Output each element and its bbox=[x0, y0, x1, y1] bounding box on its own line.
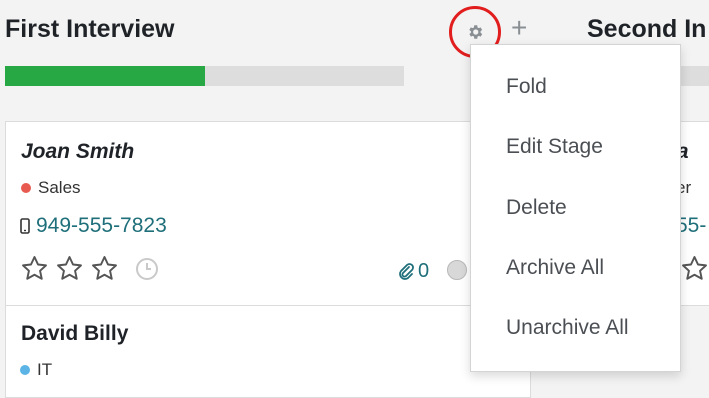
gear-icon bbox=[469, 25, 483, 39]
tag-dot bbox=[21, 183, 31, 193]
plus-icon: + bbox=[511, 12, 528, 43]
menu-item-archive-all[interactable]: Archive All bbox=[506, 256, 604, 280]
star-icon[interactable] bbox=[90, 254, 119, 283]
attachments-count[interactable]: 0 bbox=[398, 260, 429, 283]
star-icon[interactable] bbox=[20, 254, 49, 283]
menu-item-fold[interactable]: Fold bbox=[506, 75, 547, 99]
applicant-name: Joan Smith bbox=[21, 140, 135, 163]
menu-item-delete[interactable]: Delete bbox=[506, 196, 567, 220]
kanban-state-circle[interactable] bbox=[447, 260, 467, 280]
kanban-card[interactable]: David Billy bbox=[6, 306, 530, 397]
priority-stars[interactable] bbox=[20, 254, 159, 283]
star-icon[interactable] bbox=[680, 254, 709, 283]
stage-settings-menu: Fold Edit Stage Delete Archive All Unarc… bbox=[470, 44, 681, 372]
add-stage-button[interactable]: + bbox=[511, 14, 527, 42]
tag-it: IT bbox=[20, 360, 52, 380]
stage-title: First Interview bbox=[5, 15, 175, 43]
stage-progress-bar bbox=[5, 66, 404, 86]
paperclip-icon bbox=[399, 262, 414, 280]
kanban-card[interactable]: Joan Smith Sales 949-555-7823 0 bbox=[6, 122, 530, 306]
clock-icon[interactable] bbox=[135, 257, 159, 281]
applicant-name: David Billy bbox=[21, 322, 129, 345]
tag-sales: Sales bbox=[21, 178, 81, 198]
kanban-column-first: Joan Smith Sales 949-555-7823 0 David Bi… bbox=[5, 121, 531, 398]
tag-dot bbox=[20, 365, 30, 375]
menu-item-edit-stage[interactable]: Edit Stage bbox=[506, 135, 603, 159]
stage-progress-fill bbox=[5, 66, 205, 86]
phone-number: 949-555-7823 bbox=[36, 214, 167, 237]
star-icon[interactable] bbox=[55, 254, 84, 283]
mobile-phone-icon bbox=[20, 218, 30, 234]
tag-label: Sales bbox=[38, 178, 81, 197]
attachments-number: 0 bbox=[418, 260, 430, 282]
menu-item-unarchive-all[interactable]: Unarchive All bbox=[506, 316, 629, 340]
phone-link[interactable]: 949-555-7823 bbox=[20, 214, 167, 238]
stage-title-second: Second In bbox=[587, 15, 707, 43]
tag-label: IT bbox=[37, 360, 53, 379]
